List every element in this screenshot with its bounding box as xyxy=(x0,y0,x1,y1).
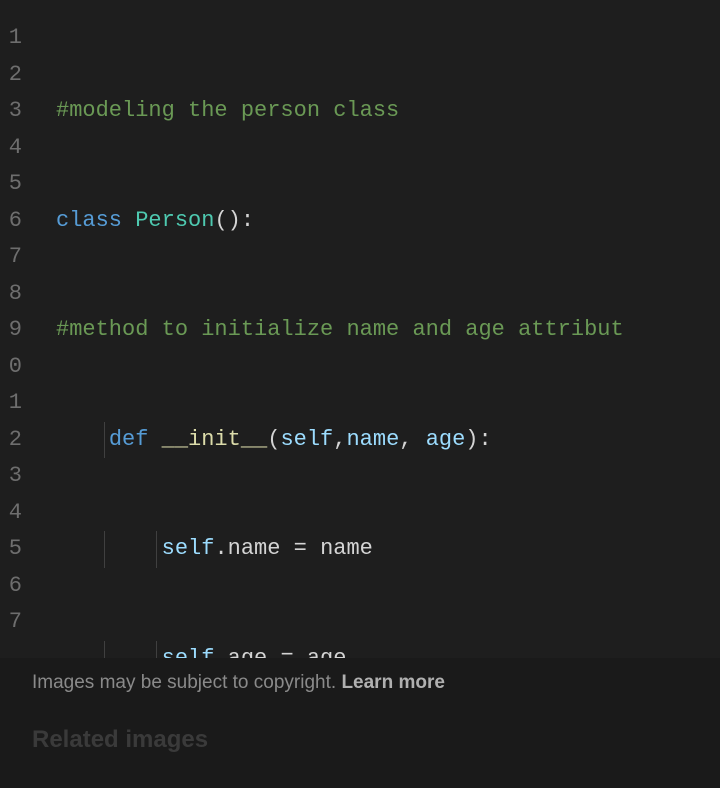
variable: name xyxy=(320,536,373,561)
variable: self xyxy=(162,536,215,561)
attribute: name xyxy=(228,536,281,561)
keyword: def xyxy=(109,427,149,452)
line-number: 3 xyxy=(0,93,22,130)
learn-more-link[interactable]: Learn more xyxy=(341,672,444,693)
code-line[interactable]: #method to initialize name and age attri… xyxy=(56,312,720,349)
code-editor[interactable]: 1 2 3 4 5 6 7 8 9 0 1 2 3 4 5 6 7 #model… xyxy=(0,0,720,658)
code-line[interactable]: #modeling the person class xyxy=(56,93,720,130)
copyright-text: Images may be subject to copyright. xyxy=(32,672,341,693)
line-number: 7 xyxy=(0,604,22,641)
line-number: 9 xyxy=(0,312,22,349)
param: self xyxy=(280,427,333,452)
line-number: 2 xyxy=(0,57,22,94)
variable: age xyxy=(307,646,347,659)
code-line[interactable]: self.name = name xyxy=(56,531,720,568)
line-number: 4 xyxy=(0,495,22,532)
keyword: class xyxy=(56,208,122,233)
comment: #modeling the person class xyxy=(56,98,399,123)
line-number: 6 xyxy=(0,568,22,605)
attribute: age xyxy=(228,646,268,659)
line-number: 4 xyxy=(0,130,22,167)
param: name xyxy=(346,427,399,452)
line-number: 3 xyxy=(0,458,22,495)
comment: #method to initialize name and age attri… xyxy=(56,317,624,342)
code-line[interactable]: def __init__(self,name, age): xyxy=(56,422,720,459)
line-number: 1 xyxy=(0,385,22,422)
copyright-notice: Images may be subject to copyright. Lear… xyxy=(32,672,688,694)
class-name: Person xyxy=(135,208,214,233)
function-name: __init__ xyxy=(162,427,268,452)
param: age xyxy=(426,427,466,452)
line-number: 5 xyxy=(0,531,22,568)
code-content[interactable]: #modeling the person class class Person(… xyxy=(30,0,720,658)
line-number: 5 xyxy=(0,166,22,203)
line-number: 0 xyxy=(0,349,22,386)
code-line[interactable]: class Person(): xyxy=(56,203,720,240)
code-line[interactable]: self.age = age xyxy=(56,641,720,659)
line-number: 2 xyxy=(0,422,22,459)
variable: self xyxy=(162,646,215,659)
line-number: 7 xyxy=(0,239,22,276)
line-number: 8 xyxy=(0,276,22,313)
line-number-gutter: 1 2 3 4 5 6 7 8 9 0 1 2 3 4 5 6 7 xyxy=(0,0,30,658)
related-images-heading: Related images xyxy=(32,726,688,754)
line-number: 1 xyxy=(0,20,22,57)
footer: Images may be subject to copyright. Lear… xyxy=(0,658,720,754)
line-number: 6 xyxy=(0,203,22,240)
